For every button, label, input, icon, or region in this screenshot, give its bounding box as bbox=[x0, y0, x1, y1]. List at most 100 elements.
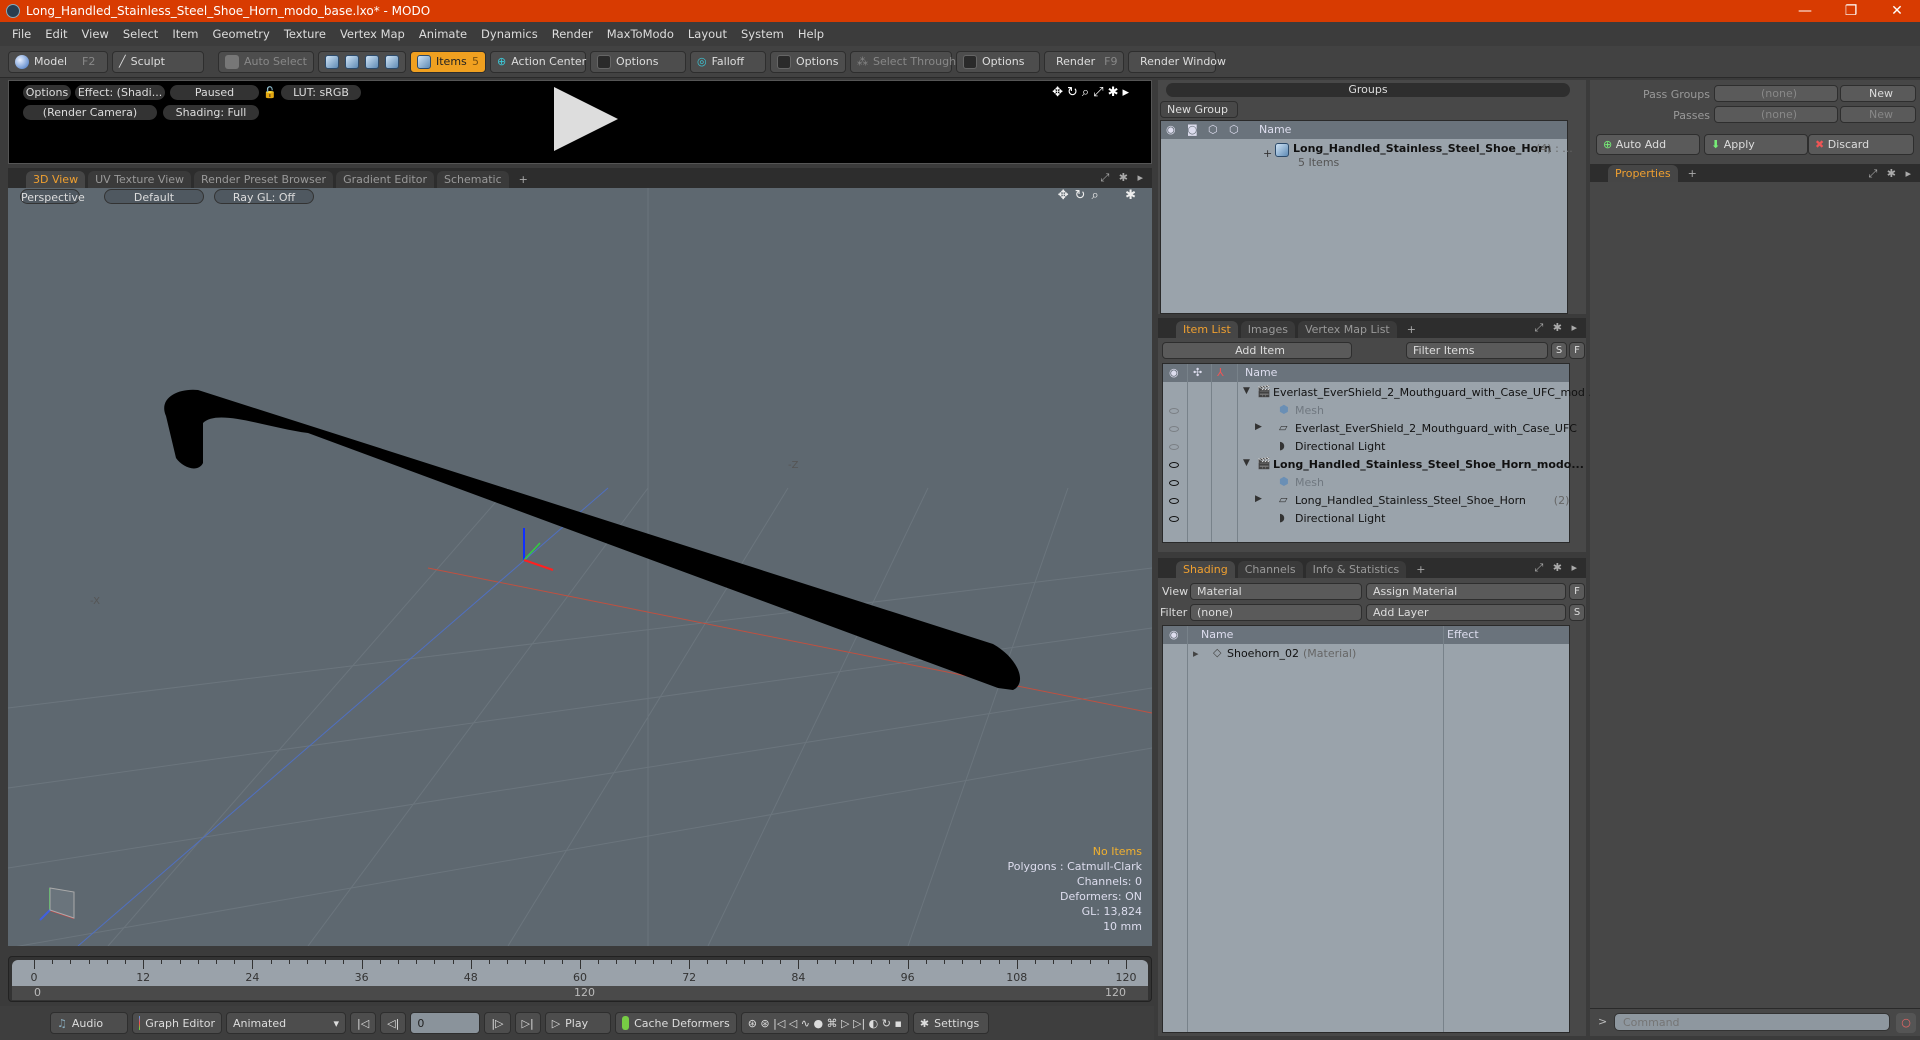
new-group-button[interactable]: New Group bbox=[1160, 101, 1238, 118]
items-mode-button[interactable]: Items 5 bbox=[410, 50, 486, 73]
auto-add-button[interactable]: ⊕ Auto Add bbox=[1596, 134, 1700, 155]
projection-dropdown[interactable]: Perspective bbox=[20, 189, 85, 204]
edges-mode-icon[interactable] bbox=[345, 54, 359, 69]
auto-select-button[interactable]: Auto Select bbox=[218, 50, 314, 73]
effect-dropdown[interactable]: Effect: (Shadi... bbox=[75, 85, 165, 100]
tab-vertex-map-list[interactable]: Vertex Map List bbox=[1297, 321, 1397, 338]
new-pass-button[interactable]: New bbox=[1840, 106, 1916, 123]
vertices-mode-icon[interactable] bbox=[325, 54, 339, 69]
expand-arrow-icon[interactable]: ▶ bbox=[1255, 422, 1262, 432]
tab-schematic[interactable]: Schematic bbox=[437, 171, 509, 188]
item-list-row[interactable]: ⬢ Mesh bbox=[1163, 402, 1569, 420]
menu-system[interactable]: System bbox=[741, 27, 784, 41]
tab-item-list[interactable]: Item List bbox=[1176, 321, 1238, 338]
record-macro-icon[interactable]: ○ bbox=[1896, 1013, 1916, 1033]
preview-nav-icons[interactable]: ✥↻⌕⤢✱▸ bbox=[1052, 85, 1133, 100]
visibility-eye-icon[interactable] bbox=[1169, 462, 1179, 468]
group-row[interactable]: + Long_Handled_Stainless_Steel_Shoe_Horn… bbox=[1161, 141, 1573, 171]
expand-arrow-icon[interactable]: ▸ bbox=[1193, 647, 1199, 660]
go-to-start-button[interactable]: |◁ bbox=[350, 1012, 377, 1034]
apply-button[interactable]: ⬇ Apply bbox=[1704, 134, 1808, 155]
view-dropdown[interactable]: Material bbox=[1190, 583, 1362, 600]
menu-item[interactable]: Item bbox=[172, 27, 198, 41]
model-mode-button[interactable]: Model F2 bbox=[8, 50, 108, 73]
select-through-button[interactable]: ⁂ Select Through bbox=[850, 50, 956, 73]
panel-icons[interactable]: ⤢ ✱ ▸ bbox=[1534, 561, 1580, 575]
item-list-row[interactable]: ▼ 🎬 Everlast_EverShield_2_Mouthguard_with_… bbox=[1163, 384, 1599, 402]
tab-channels[interactable]: Channels bbox=[1237, 561, 1303, 578]
select-through-options-button[interactable]: Options bbox=[956, 50, 1040, 73]
action-center-options-button[interactable]: Options bbox=[590, 50, 686, 73]
new-pass-group-button[interactable]: New bbox=[1840, 85, 1916, 102]
menu-maxtomodo[interactable]: MaxToModo bbox=[607, 27, 674, 41]
item-list-row[interactable]: ◗ Directional Light bbox=[1163, 510, 1569, 528]
add-tab-button[interactable]: + bbox=[1681, 165, 1704, 182]
step-back-button[interactable]: ◁| bbox=[380, 1012, 407, 1034]
visibility-eye-icon[interactable] bbox=[1169, 480, 1179, 486]
menu-render[interactable]: Render bbox=[552, 27, 593, 41]
menu-dynamics[interactable]: Dynamics bbox=[481, 27, 538, 41]
animated-dropdown[interactable]: Animated ▾ bbox=[226, 1012, 346, 1034]
menu-select[interactable]: Select bbox=[123, 27, 158, 41]
expand-arrow-icon[interactable]: ▶ bbox=[1255, 494, 1262, 504]
falloff-options-button[interactable]: Options bbox=[770, 50, 846, 73]
lut-dropdown[interactable]: LUT: sRGB bbox=[281, 85, 361, 100]
discard-button[interactable]: ✖ Discard bbox=[1808, 134, 1914, 155]
key-icons-group[interactable]: ⊛ ⊛ |◁ ◁ ∿ ● ⌘ ▷ ▷| ◐ ↻ ▪ bbox=[740, 1012, 909, 1034]
visibility-eye-icon[interactable] bbox=[1169, 444, 1179, 450]
pause-button[interactable]: Paused bbox=[170, 85, 259, 100]
menu-texture[interactable]: Texture bbox=[284, 27, 326, 41]
menu-help[interactable]: Help bbox=[798, 27, 824, 41]
item-list-row[interactable]: ▶ ▱ Long_Handled_Stainless_Steel_Shoe_Horn… bbox=[1163, 492, 1569, 510]
visibility-eye-icon[interactable] bbox=[1169, 516, 1179, 522]
collapse-arrow-icon[interactable]: ▼ bbox=[1243, 458, 1250, 468]
tab-render-preset-browser[interactable]: Render Preset Browser bbox=[194, 171, 334, 188]
f-button[interactable]: F bbox=[1569, 342, 1585, 359]
menu-edit[interactable]: Edit bbox=[45, 27, 67, 41]
item-list-row[interactable]: ▶ ▱ Everlast_EverShield_2_Mouthguard_with_… bbox=[1163, 420, 1622, 438]
settings-button[interactable]: ✱ Settings bbox=[912, 1012, 989, 1034]
menu-view[interactable]: View bbox=[82, 27, 109, 41]
close-button[interactable]: ✕ bbox=[1874, 3, 1920, 19]
timeline-ruler[interactable]: 0 12 24 36 48 60 72 84 96 108 120 bbox=[12, 960, 1148, 986]
visibility-eye-icon[interactable] bbox=[1169, 426, 1179, 432]
panel-icons[interactable]: ⤢ ✱ ▸ bbox=[1868, 167, 1914, 181]
timeline-range-bar[interactable]: 0 120 120 bbox=[12, 986, 1148, 1000]
filter-dropdown[interactable]: (none) bbox=[1190, 604, 1362, 621]
s-button[interactable]: S bbox=[1551, 342, 1567, 359]
play-button[interactable]: ▷ Play bbox=[544, 1012, 611, 1034]
action-center-button[interactable]: ⊕ Action Center bbox=[490, 50, 586, 73]
menu-file[interactable]: File bbox=[12, 27, 31, 41]
menu-animate[interactable]: Animate bbox=[419, 27, 467, 41]
lock-icon[interactable]: 🔓 bbox=[263, 85, 277, 100]
item-list-row[interactable]: ⬢ Mesh bbox=[1163, 474, 1569, 492]
polygons-mode-icon[interactable] bbox=[365, 54, 379, 69]
expand-icon[interactable]: + bbox=[1263, 147, 1272, 160]
audio-button[interactable]: ♫ Audio bbox=[50, 1012, 128, 1034]
go-to-end-button[interactable]: ▷| bbox=[514, 1012, 541, 1034]
camera-dropdown[interactable]: (Render Camera) bbox=[23, 105, 157, 120]
item-list-row[interactable]: ▼ 🎬 Long_Handled_Stainless_Steel_Shoe_Horn… bbox=[1163, 456, 1584, 474]
render-window-button[interactable]: Render Window bbox=[1128, 50, 1226, 73]
minimize-button[interactable]: — bbox=[1782, 3, 1828, 19]
add-tab-button[interactable]: + bbox=[1400, 321, 1423, 338]
assign-material-button[interactable]: Assign Material bbox=[1366, 583, 1566, 600]
menu-vertex-map[interactable]: Vertex Map bbox=[340, 27, 405, 41]
maximize-button[interactable]: ❐ bbox=[1828, 3, 1874, 19]
filter-items-input[interactable]: Filter Items bbox=[1406, 342, 1548, 359]
add-tab-button[interactable]: + bbox=[1409, 561, 1432, 578]
collapse-arrow-icon[interactable]: ▼ bbox=[1243, 386, 1250, 396]
tab-images[interactable]: Images bbox=[1240, 321, 1295, 338]
item-list-row[interactable]: ◗ Directional Light bbox=[1163, 438, 1569, 456]
f-button[interactable]: F bbox=[1569, 583, 1585, 600]
tab-3d-view[interactable]: 3D View bbox=[26, 171, 86, 188]
play-preview-icon[interactable] bbox=[554, 87, 618, 151]
add-tab-button[interactable]: + bbox=[512, 171, 535, 188]
raygl-dropdown[interactable]: Ray GL: Off bbox=[214, 189, 314, 204]
tab-uv-texture-view[interactable]: UV Texture View bbox=[88, 171, 192, 188]
menu-layout[interactable]: Layout bbox=[688, 27, 727, 41]
cache-deformers-button[interactable]: Cache Deformers bbox=[614, 1012, 737, 1034]
preview-options-button[interactable]: Options bbox=[23, 85, 71, 100]
shoe-horn-mesh[interactable] bbox=[164, 389, 1021, 690]
viewport-panel-icons[interactable]: ⤢ ✱ ▸ bbox=[1100, 171, 1146, 185]
